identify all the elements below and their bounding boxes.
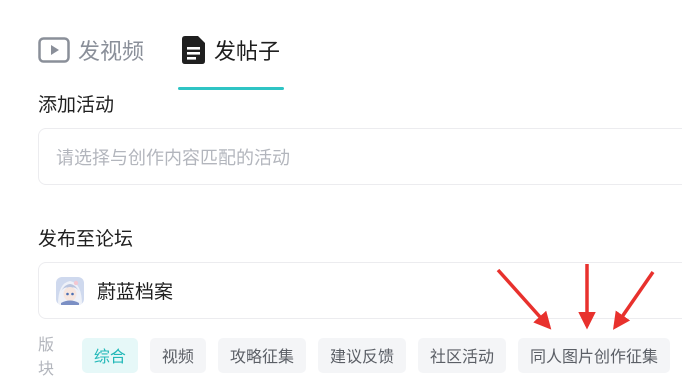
board-chip-general[interactable]: 综合 <box>81 337 138 373</box>
tab-post-article[interactable]: 发帖子 <box>182 30 280 70</box>
board-chip-feedback[interactable]: 建议反馈 <box>317 337 406 373</box>
board-chip-community-events[interactable]: 社区活动 <box>417 337 506 373</box>
forum-avatar <box>56 276 84 305</box>
publish-forum-label: 发布至论坛 <box>38 228 134 250</box>
play-icon <box>38 37 70 63</box>
tab-post-video[interactable]: 发视频 <box>38 30 144 70</box>
forum-name: 蔚蓝档案 <box>97 281 174 303</box>
document-icon <box>182 35 206 65</box>
forum-select[interactable]: 蔚蓝档案 <box>38 262 682 319</box>
board-chip-fan-art[interactable]: 同人图片创作征集 <box>517 337 670 373</box>
add-activity-label: 添加活动 <box>38 94 115 116</box>
board-chip-video[interactable]: 视频 <box>149 337 206 373</box>
activity-select[interactable]: 请选择与创作内容匹配的活动 <box>38 128 682 185</box>
board-chip-guides[interactable]: 攻略征集 <box>217 337 306 373</box>
board-selector: 版块 综合 视频 攻略征集 建议反馈 社区活动 同人图片创作征集 <box>38 335 682 378</box>
activity-placeholder: 请选择与创作内容匹配的活动 <box>56 147 290 169</box>
tab-label: 发视频 <box>78 40 145 65</box>
active-tab-indicator <box>178 87 284 90</box>
tab-label: 发帖子 <box>214 40 281 65</box>
board-label: 版块 <box>38 335 55 378</box>
